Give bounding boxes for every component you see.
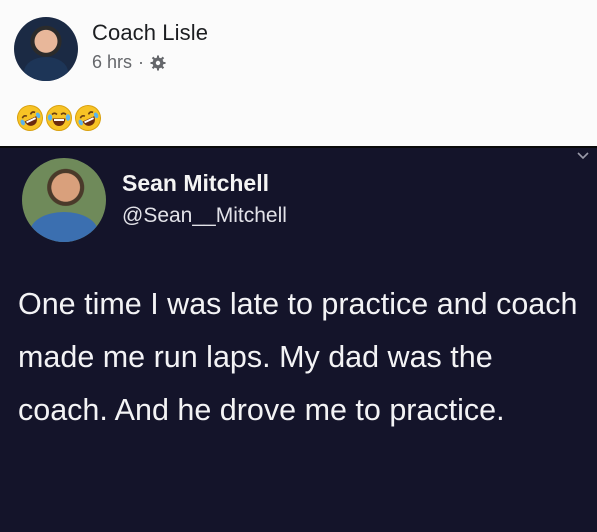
post-meta: 6 hrs · xyxy=(92,52,166,73)
laughing-tears-emoji-icon xyxy=(46,105,72,131)
rofl-emoji-icon xyxy=(75,105,101,131)
gear-icon[interactable] xyxy=(150,55,166,71)
meta-separator: · xyxy=(138,52,145,72)
post-author-name[interactable]: Coach Lisle xyxy=(92,20,208,46)
tweet-body-text: One time I was late to practice and coac… xyxy=(18,287,578,427)
reaction-emojis xyxy=(16,104,102,132)
chevron-down-icon[interactable] xyxy=(577,152,589,160)
facebook-post: Coach Lisle 6 hrs · xyxy=(0,0,597,148)
rofl-emoji-icon xyxy=(17,105,43,131)
post-timestamp[interactable]: 6 hrs xyxy=(92,52,132,73)
coach-avatar[interactable] xyxy=(14,17,78,81)
tweet-display-name[interactable]: Sean Mitchell xyxy=(122,170,269,197)
tweet-handle[interactable]: @Sean__Mitchell xyxy=(122,204,287,228)
tweet-author-avatar[interactable] xyxy=(22,158,106,242)
tweet-card: Sean Mitchell @Sean__Mitchell One time I… xyxy=(0,148,597,532)
